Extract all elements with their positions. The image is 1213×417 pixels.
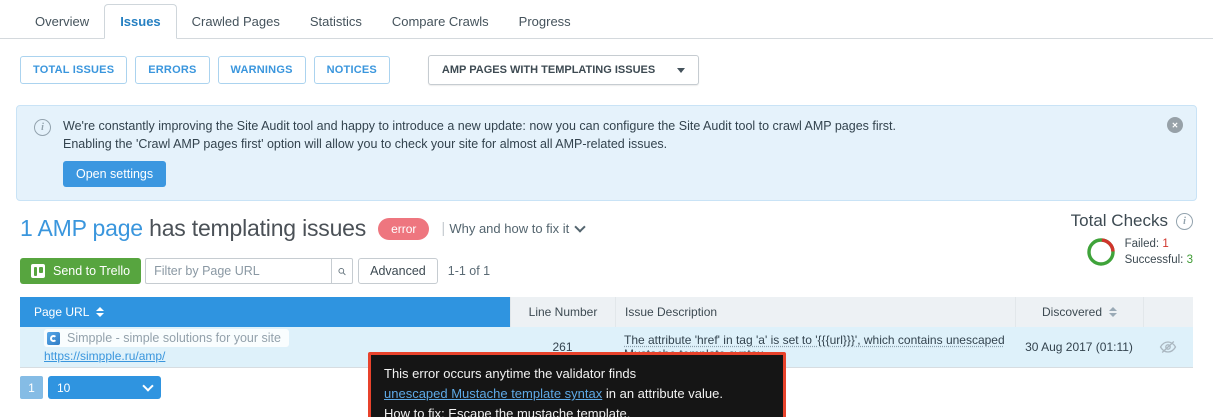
site-audit-issues-page: Overview Issues Crawled Pages Statistics…	[0, 0, 1213, 417]
total-checks-widget: Total Checks Failed: 1 Successful: 3	[1071, 211, 1193, 268]
tab-overview[interactable]: Overview	[20, 5, 104, 38]
heading-row: 1 AMP page has templating issues error |…	[20, 215, 1193, 242]
results-range-text: 1-1 of 1	[448, 264, 490, 278]
advanced-button[interactable]: Advanced	[358, 258, 438, 284]
close-icon[interactable]	[1167, 117, 1183, 133]
info-icon[interactable]	[1176, 213, 1193, 230]
banner-text-line2: Enabling the 'Crawl AMP pages first' opt…	[63, 135, 1152, 153]
tooltip-line2: unescaped Mustache template syntax in an…	[384, 384, 770, 404]
failed-stat: Failed: 1	[1125, 236, 1193, 252]
why-how-to-fix-link[interactable]: Why and how to fix it	[449, 221, 584, 236]
page-title-count: 1 AMP page	[20, 215, 143, 241]
heading-divider: |	[441, 220, 445, 237]
total-checks-title: Total Checks	[1071, 211, 1168, 231]
page-title-rest: has templating issues	[143, 215, 366, 241]
mustache-syntax-link[interactable]: unescaped Mustache template syntax	[384, 386, 602, 401]
tab-compare-crawls[interactable]: Compare Crawls	[377, 5, 504, 38]
successful-stat: Successful: 3	[1125, 252, 1193, 268]
chevron-down-icon	[677, 68, 685, 73]
column-header-line-number: Line Number	[510, 297, 615, 327]
filter-errors-button[interactable]: ERRORS	[135, 56, 209, 84]
column-header-actions	[1143, 297, 1193, 327]
page-title: 1 AMP page has templating issues	[20, 215, 366, 242]
column-header-issue-description: Issue Description	[615, 297, 1015, 327]
discovered-cell: 30 Aug 2017 (01:11)	[1015, 340, 1143, 354]
tab-progress[interactable]: Progress	[504, 5, 586, 38]
filter-notices-button[interactable]: NOTICES	[314, 56, 390, 84]
table-toolbar: Send to Trello Advanced 1-1 of 1	[20, 258, 1193, 284]
tab-issues[interactable]: Issues	[104, 4, 176, 39]
table-header-row: Page URL Line Number Issue Description D…	[20, 297, 1193, 327]
filter-total-issues-button[interactable]: TOTAL ISSUES	[20, 56, 127, 84]
issue-description-line1: The attribute 'href' in tag 'a' is set t…	[624, 333, 1005, 347]
filter-bar: TOTAL ISSUES ERRORS WARNINGS NOTICES AMP…	[20, 55, 1193, 85]
tab-statistics[interactable]: Statistics	[295, 5, 377, 38]
banner-text-line1: We're constantly improving the Site Audi…	[63, 117, 1152, 135]
why-how-to-fix-label: Why and how to fix it	[449, 221, 569, 236]
site-favicon-icon	[47, 332, 60, 345]
send-to-trello-button[interactable]: Send to Trello	[20, 258, 141, 284]
total-checks-donut-chart	[1086, 237, 1116, 267]
page-url-link[interactable]: https://simpple.ru/amp/	[44, 349, 165, 363]
sort-icon	[96, 307, 104, 317]
main-content: 1 AMP page has templating issues error |…	[20, 215, 1193, 284]
error-badge: error	[378, 218, 429, 240]
filter-warnings-button[interactable]: WARNINGS	[218, 56, 306, 84]
failed-value: 1	[1162, 238, 1168, 250]
page-size-select[interactable]: 10	[48, 376, 161, 399]
search-icon	[338, 265, 346, 278]
eye-slash-icon	[1159, 340, 1177, 354]
page-1-button[interactable]: 1	[20, 376, 43, 399]
trello-icon	[31, 264, 45, 278]
top-tab-bar: Overview Issues Crawled Pages Statistics…	[0, 0, 1213, 39]
tooltip-line3: How to fix: Escape the mustache template…	[384, 404, 770, 417]
filter-by-page-url-input[interactable]	[145, 258, 331, 284]
search-button[interactable]	[331, 258, 353, 284]
open-settings-button[interactable]: Open settings	[63, 161, 166, 187]
update-info-banner: We're constantly improving the Site Audi…	[16, 105, 1197, 201]
send-to-trello-label: Send to Trello	[53, 264, 130, 278]
issue-type-dropdown[interactable]: AMP PAGES WITH TEMPLATING ISSUES	[428, 55, 699, 85]
info-icon	[34, 119, 51, 136]
tab-crawled-pages[interactable]: Crawled Pages	[177, 5, 295, 38]
column-header-page-url[interactable]: Page URL	[20, 297, 510, 327]
chevron-down-icon	[575, 221, 586, 232]
issue-tooltip: This error occurs anytime the validator …	[368, 352, 786, 417]
hide-issue-button[interactable]	[1143, 340, 1193, 354]
issue-type-dropdown-label: AMP PAGES WITH TEMPLATING ISSUES	[442, 64, 655, 76]
site-title: Simpple - simple solutions for your site	[67, 331, 281, 345]
tooltip-line1: This error occurs anytime the validator …	[384, 364, 770, 384]
column-header-discovered[interactable]: Discovered	[1015, 297, 1143, 327]
sort-icon	[1109, 307, 1117, 317]
successful-value: 3	[1187, 254, 1193, 266]
page-size-value: 10	[57, 381, 70, 395]
chevron-down-icon	[142, 380, 153, 391]
